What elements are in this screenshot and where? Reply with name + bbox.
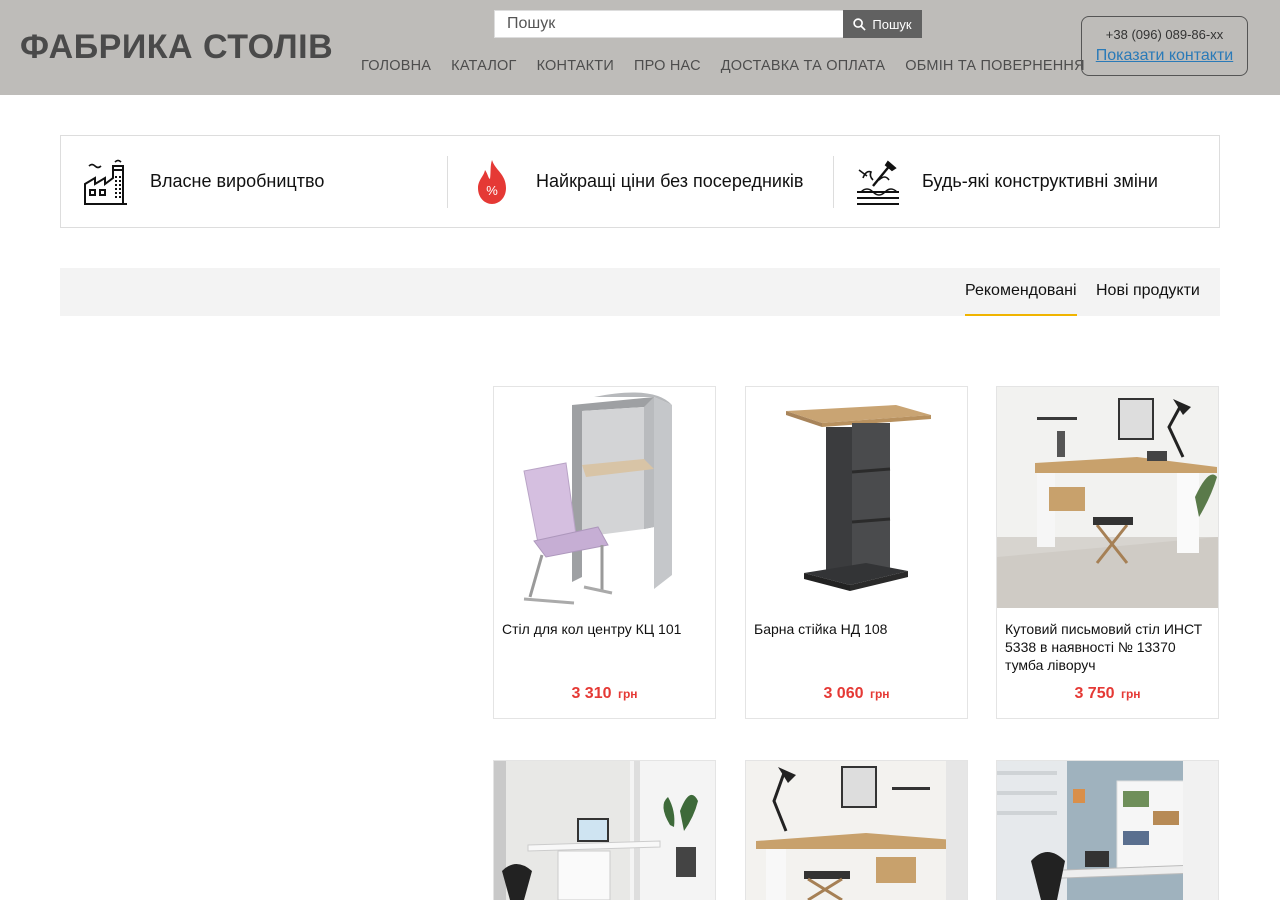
show-contacts-link[interactable]: Показати контакти bbox=[1082, 47, 1247, 65]
product-image[interactable] bbox=[746, 387, 967, 608]
factory-icon bbox=[82, 158, 130, 206]
tab-recommended[interactable]: Рекомендовані bbox=[965, 268, 1077, 316]
tab-new-products[interactable]: Нові продукти bbox=[1096, 268, 1200, 316]
product-name[interactable]: Барна стійка НД 108 bbox=[754, 620, 964, 638]
phone-number: +38 (096) 089-86-xx bbox=[1105, 27, 1224, 42]
feature-text: Найкращі ціни без посередників bbox=[536, 171, 804, 191]
search-input[interactable] bbox=[494, 10, 843, 38]
search-bar: Пошук bbox=[494, 10, 922, 38]
product-image[interactable] bbox=[997, 387, 1218, 608]
product-card[interactable]: Барна стійка НД 108 3 060 грн bbox=[745, 386, 968, 719]
nav-delivery[interactable]: ДОСТАВКА ТА ОПЛАТА bbox=[721, 58, 885, 74]
product-card[interactable]: Стіл для кол центру КЦ 101 3 310 грн bbox=[493, 386, 716, 719]
nav-catalog[interactable]: КАТАЛОГ bbox=[451, 58, 516, 74]
nav-contacts[interactable]: КОНТАКТИ bbox=[537, 58, 614, 74]
nav-about[interactable]: ПРО НАС bbox=[634, 58, 701, 74]
product-image[interactable] bbox=[997, 761, 1218, 900]
features-strip: Власне виробництво % Найкращі ціни без п… bbox=[60, 135, 1220, 228]
wood-tools-icon bbox=[854, 158, 902, 206]
nav-returns[interactable]: ОБМІН ТА ПОВЕРНЕННЯ bbox=[905, 58, 1085, 74]
product-price: 3 060 грн bbox=[823, 685, 890, 702]
product-name[interactable]: Стіл для кол центру КЦ 101 bbox=[502, 620, 712, 638]
feature-item: Будь-які конструктивні зміни bbox=[833, 136, 1219, 227]
contact-box: +38 (096) 089-86-xx Показати контакти bbox=[1081, 16, 1248, 76]
product-image[interactable] bbox=[494, 761, 715, 900]
feature-item: % Найкращі ціни без посередників bbox=[447, 136, 833, 227]
product-card[interactable] bbox=[745, 760, 968, 900]
svg-text:%: % bbox=[486, 183, 498, 198]
product-price: 3 310 грн bbox=[571, 685, 638, 702]
product-tabs: Рекомендовані Нові продукти bbox=[60, 268, 1220, 316]
site-header: ФАБРИКА СТОЛІВ Пошук ГОЛОВНА КАТАЛОГ КОН… bbox=[0, 0, 1280, 95]
nav-home[interactable]: ГОЛОВНА bbox=[361, 58, 431, 74]
search-button-label: Пошук bbox=[872, 16, 912, 32]
fire-discount-icon: % bbox=[468, 158, 516, 206]
product-card[interactable]: Кутовий письмовий стіл ИНСТ 5338 в наявн… bbox=[996, 386, 1219, 719]
product-price: 3 750 грн bbox=[1074, 685, 1141, 702]
feature-item: Власне виробництво bbox=[61, 136, 447, 227]
product-card[interactable] bbox=[493, 760, 716, 900]
feature-text: Власне виробництво bbox=[150, 171, 325, 191]
search-button[interactable]: Пошук bbox=[843, 10, 922, 38]
product-image[interactable] bbox=[494, 387, 715, 608]
site-logo[interactable]: ФАБРИКА СТОЛІВ bbox=[20, 28, 333, 67]
product-name[interactable]: Кутовий письмовий стіл ИНСТ 5338 в наявн… bbox=[1005, 620, 1215, 674]
search-icon bbox=[853, 17, 867, 31]
main-nav: ГОЛОВНА КАТАЛОГ КОНТАКТИ ПРО НАС ДОСТАВК… bbox=[361, 58, 1105, 74]
product-card[interactable] bbox=[996, 760, 1219, 900]
product-image[interactable] bbox=[746, 761, 967, 900]
feature-text: Будь-які конструктивні зміни bbox=[922, 171, 1158, 191]
